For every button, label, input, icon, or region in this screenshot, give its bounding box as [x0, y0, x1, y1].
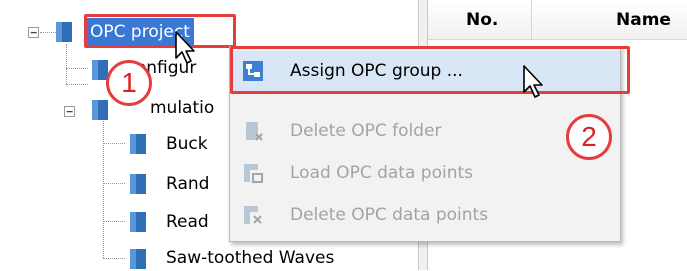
highlight-box-step2: [230, 46, 630, 94]
highlight-box-step1: [84, 14, 236, 48]
collapse-toggle-simulation[interactable]: −: [64, 106, 75, 117]
folder-icon: [130, 249, 146, 269]
folder-icon: [130, 174, 146, 194]
tree-node-random[interactable]: Rand: [166, 172, 209, 196]
tree-node-bucket[interactable]: Buck: [166, 132, 208, 156]
tree-connector: [103, 258, 125, 259]
delete-points-icon: [244, 206, 262, 224]
tree-connector: [103, 118, 104, 258]
collapse-toggle-root[interactable]: −: [28, 27, 39, 38]
folder-icon: [130, 134, 146, 154]
column-header-name[interactable]: Name: [532, 0, 687, 40]
tree-connector: [103, 143, 125, 144]
delete-folder-icon: [246, 122, 263, 141]
tree-node-saw-toothed-waves[interactable]: Saw-toothed Waves: [166, 246, 334, 270]
tree-connector: [103, 221, 125, 222]
folder-icon: [56, 22, 72, 42]
tree-connector: [66, 68, 88, 69]
menu-item-delete-opc-data-points[interactable]: Delete OPC data points: [230, 195, 620, 235]
menu-item-label: Delete OPC data points: [290, 205, 489, 225]
load-points-icon: [244, 164, 263, 183]
folder-icon: [130, 212, 146, 232]
folder-icon: [92, 100, 108, 120]
menu-item-label: Load OPC data points: [290, 163, 473, 183]
tree-connector: [66, 44, 67, 84]
tree-connector: [103, 183, 125, 184]
menu-item-load-opc-data-points[interactable]: Load OPC data points: [230, 153, 620, 193]
mouse-cursor-icon: [523, 65, 543, 98]
column-header-no[interactable]: No.: [428, 0, 532, 40]
menu-item-delete-opc-folder[interactable]: Delete OPC folder: [230, 111, 620, 151]
tree-connector: [66, 84, 88, 85]
step-1-badge: 1: [106, 60, 152, 106]
mouse-cursor-icon: [175, 31, 195, 64]
menu-item-label: Delete OPC folder: [290, 121, 442, 141]
tree-node-read[interactable]: Read: [166, 210, 209, 234]
tree-node-simulation[interactable]: mulatio: [150, 96, 214, 120]
step-2-badge: 2: [566, 114, 612, 160]
